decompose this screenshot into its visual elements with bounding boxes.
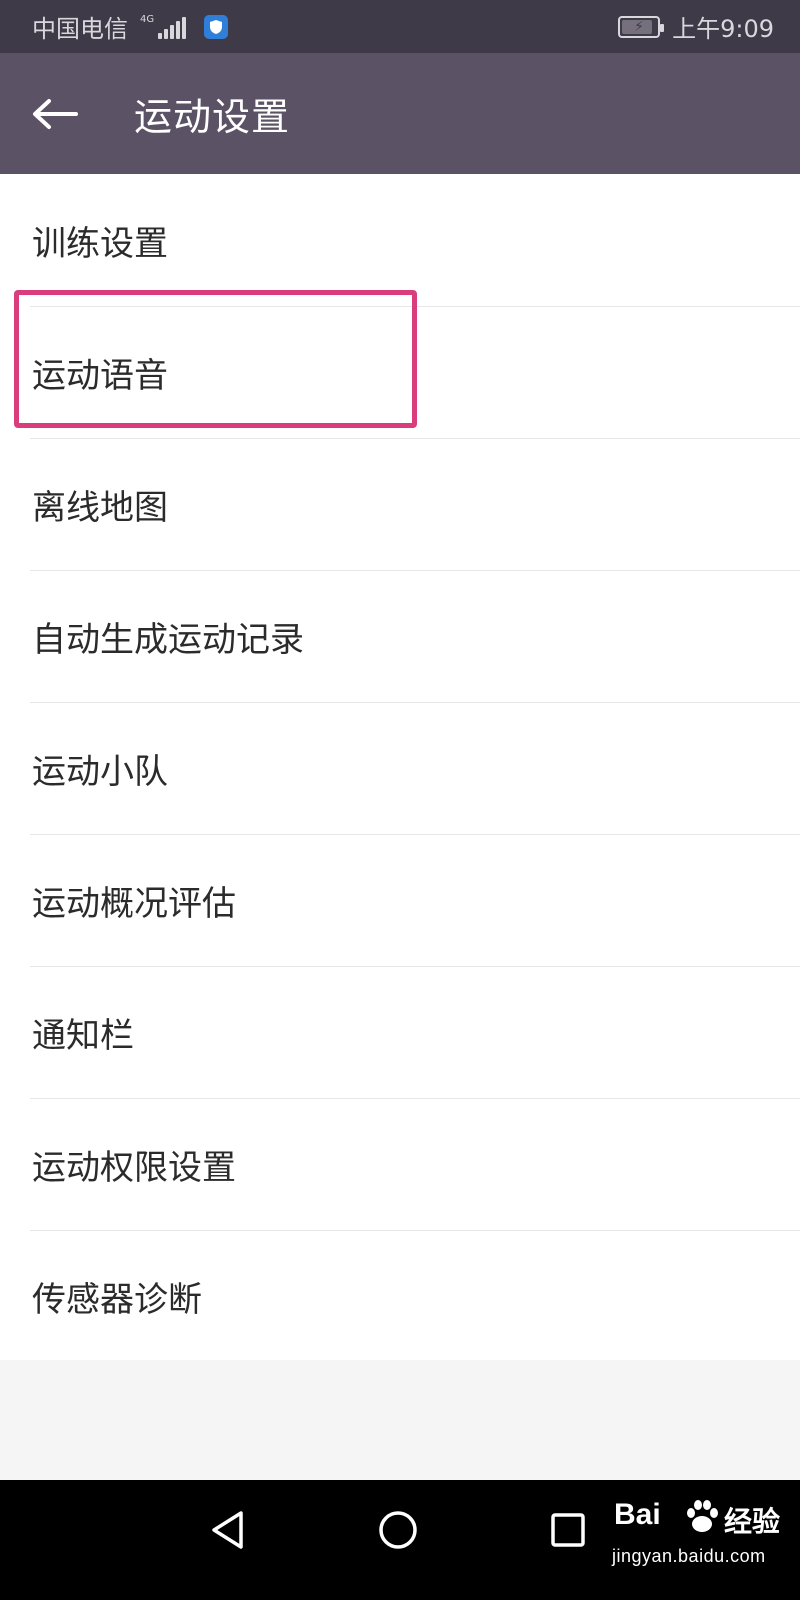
status-left: 中国电信 4G	[32, 9, 229, 44]
app-bar: 运动设置	[0, 53, 800, 174]
watermark-brand: Bai	[614, 1498, 661, 1531]
carrier-name: 中国电信	[32, 15, 128, 43]
back-triangle-icon	[212, 1511, 243, 1549]
list-item-label: 自动生成运动记录	[32, 619, 304, 660]
list-item-workout-voice[interactable]: 运动语音	[0, 306, 800, 438]
list-item-label: 传感器诊断	[32, 1279, 202, 1320]
list-item-workout-assessment[interactable]: 运动概况评估	[0, 834, 800, 966]
status-bar: 中国电信 4G ⚡ 上午9:09	[0, 0, 800, 53]
nav-back-button[interactable]	[196, 1498, 260, 1562]
shield-icon	[204, 14, 229, 39]
nav-recents-button[interactable]	[536, 1498, 600, 1562]
list-item-label: 运动语音	[32, 355, 168, 396]
list-item-label: 运动概况评估	[32, 883, 236, 924]
settings-list: 训练设置 运动语音 离线地图 自动生成运动记录 运动小队 运动概况评估 通知栏 …	[0, 174, 800, 1360]
list-item-sensor-diagnosis[interactable]: 传感器诊断	[0, 1230, 800, 1362]
list-item-notification-bar[interactable]: 通知栏	[0, 966, 800, 1098]
clock: 上午9:09	[672, 15, 774, 43]
home-circle-icon	[379, 1511, 417, 1549]
list-item-auto-record[interactable]: 自动生成运动记录	[0, 570, 800, 702]
list-item-label: 通知栏	[32, 1015, 134, 1056]
list-item-offline-maps[interactable]: 离线地图	[0, 438, 800, 570]
list-item-label: 训练设置	[32, 223, 168, 264]
status-right: ⚡ 上午9:09	[618, 9, 774, 44]
arrow-left-icon	[33, 98, 78, 129]
list-item-workout-team[interactable]: 运动小队	[0, 702, 800, 834]
signal-icon: 4G	[140, 13, 187, 39]
nav-home-button[interactable]	[366, 1498, 430, 1562]
back-button[interactable]	[0, 53, 110, 174]
list-item-label: 运动小队	[32, 751, 168, 792]
watermark-url: jingyan.baidu.com	[612, 1546, 766, 1566]
network-type: 4G	[140, 13, 155, 25]
baidu-jingyan-watermark: Bai 经验 jingyan.baidu.com	[610, 1488, 795, 1588]
list-item-training-settings[interactable]: 训练设置	[0, 174, 800, 306]
list-item-label: 运动权限设置	[32, 1147, 236, 1188]
list-item-label: 离线地图	[32, 487, 168, 528]
paw-icon	[687, 1500, 718, 1532]
list-item-permissions[interactable]: 运动权限设置	[0, 1098, 800, 1230]
page-title: 运动设置	[134, 95, 291, 139]
battery-icon: ⚡	[618, 15, 665, 38]
watermark-brand-cn: 经验	[724, 1506, 781, 1537]
recents-square-icon	[551, 1513, 585, 1547]
